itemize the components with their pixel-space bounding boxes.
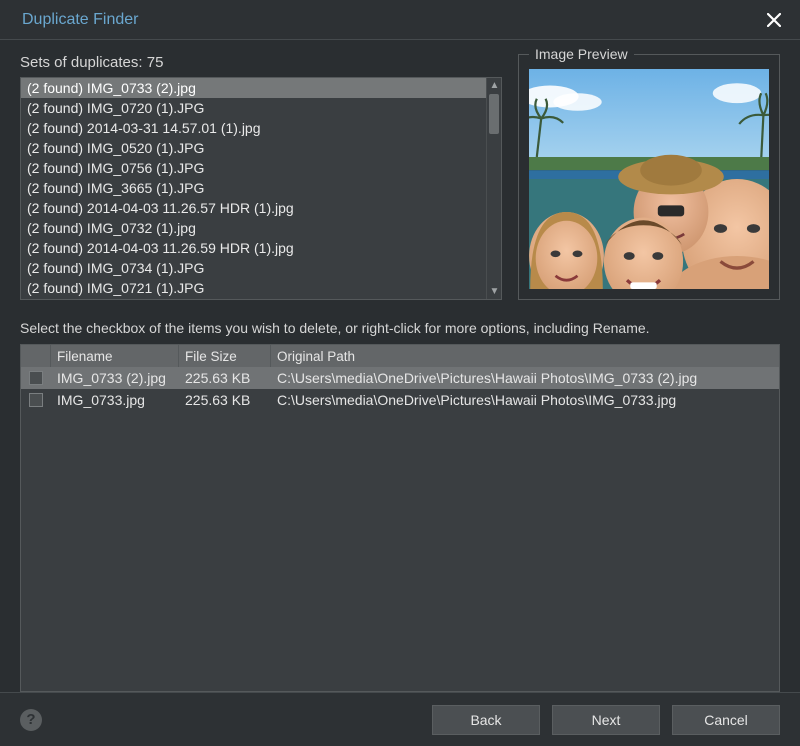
content-area: Sets of duplicates: 75 (2 found) IMG_073…: [0, 40, 800, 692]
scrollbar[interactable]: ▲ ▼: [486, 78, 501, 299]
close-icon[interactable]: [762, 8, 786, 32]
row-filename: IMG_0733.jpg: [51, 389, 179, 411]
cancel-button[interactable]: Cancel: [672, 705, 780, 735]
duplicate-sets-block: Sets of duplicates: 75 (2 found) IMG_073…: [20, 54, 502, 300]
scroll-down-arrow[interactable]: ▼: [487, 284, 502, 299]
window-title: Duplicate Finder: [22, 11, 139, 29]
scroll-thumb[interactable]: [489, 94, 499, 134]
preview-image: [529, 69, 769, 289]
duplicate-set-item[interactable]: (2 found) IMG_0721 (1).JPG: [21, 278, 501, 298]
row-filesize: 225.63 KB: [179, 367, 271, 389]
sets-count-label: Sets of duplicates: 75: [20, 54, 502, 71]
duplicate-set-item[interactable]: (2 found) IMG_0520 (1).JPG: [21, 138, 501, 158]
row-checkbox[interactable]: [29, 371, 43, 385]
header-filename[interactable]: Filename: [51, 345, 179, 367]
duplicate-set-item[interactable]: (2 found) IMG_0733 (2).jpg: [21, 78, 501, 98]
next-button[interactable]: Next: [552, 705, 660, 735]
header-checkbox-col: [21, 345, 51, 367]
row-filesize: 225.63 KB: [179, 389, 271, 411]
row-filename: IMG_0733 (2).jpg: [51, 367, 179, 389]
footer-bar: ? Back Next Cancel: [0, 692, 800, 746]
table-row[interactable]: IMG_0733.jpg225.63 KBC:\Users\media\OneD…: [21, 389, 779, 411]
row-path: C:\Users\media\OneDrive\Pictures\Hawaii …: [271, 367, 779, 389]
preview-legend: Image Preview: [529, 46, 634, 62]
duplicate-sets-list[interactable]: (2 found) IMG_0733 (2).jpg(2 found) IMG_…: [20, 77, 502, 300]
duplicate-set-item[interactable]: (2 found) 2014-04-03 11.26.32 HDR (1).jp…: [21, 298, 501, 299]
duplicate-set-item[interactable]: (2 found) IMG_0734 (1).JPG: [21, 258, 501, 278]
row-checkbox[interactable]: [29, 393, 43, 407]
back-button[interactable]: Back: [432, 705, 540, 735]
duplicate-set-item[interactable]: (2 found) IMG_0732 (1).jpg: [21, 218, 501, 238]
instruction-text: Select the checkbox of the items you wis…: [20, 320, 780, 336]
table-row[interactable]: IMG_0733 (2).jpg225.63 KBC:\Users\media\…: [21, 367, 779, 389]
help-icon[interactable]: ?: [20, 709, 42, 731]
header-filesize[interactable]: File Size: [179, 345, 271, 367]
header-path[interactable]: Original Path: [271, 345, 779, 367]
row-path: C:\Users\media\OneDrive\Pictures\Hawaii …: [271, 389, 779, 411]
duplicate-set-item[interactable]: (2 found) IMG_0720 (1).JPG: [21, 98, 501, 118]
title-bar: Duplicate Finder: [0, 0, 800, 40]
duplicate-set-item[interactable]: (2 found) IMG_0756 (1).JPG: [21, 158, 501, 178]
duplicate-set-item[interactable]: (2 found) 2014-03-31 14.57.01 (1).jpg: [21, 118, 501, 138]
table-header: Filename File Size Original Path: [21, 345, 779, 367]
duplicate-set-item[interactable]: (2 found) 2014-04-03 11.26.57 HDR (1).jp…: [21, 198, 501, 218]
duplicate-set-item[interactable]: (2 found) 2014-04-03 11.26.59 HDR (1).jp…: [21, 238, 501, 258]
image-preview-panel: Image Preview: [518, 54, 780, 300]
duplicate-files-table: Filename File Size Original Path IMG_073…: [20, 344, 780, 692]
duplicate-set-item[interactable]: (2 found) IMG_3665 (1).JPG: [21, 178, 501, 198]
scroll-up-arrow[interactable]: ▲: [487, 78, 502, 93]
